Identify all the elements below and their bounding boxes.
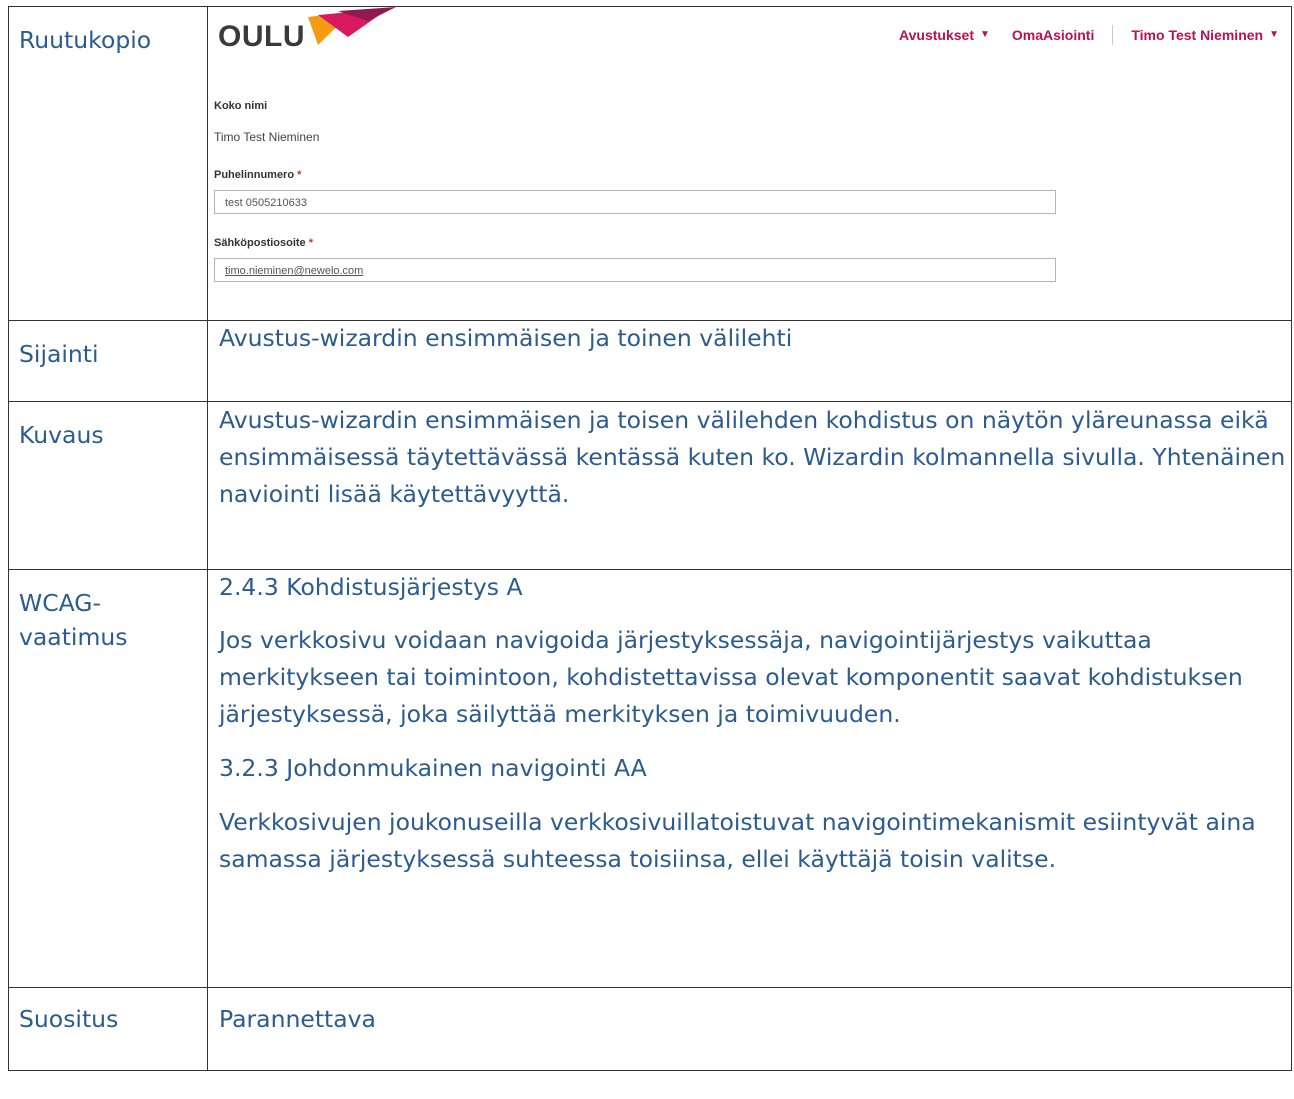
report-table: Ruutukopio OULU Avustukset ▼ OmaAsiointi… [8, 6, 1292, 1071]
phone-input[interactable]: test 0505210633 [214, 190, 1056, 215]
location-text: Avustus-wizardin ensimmäisen ja toinen v… [207, 320, 1292, 402]
label-screenshot: Ruutukopio [8, 6, 208, 321]
caret-down-icon: ▼ [1269, 28, 1279, 40]
label-wcag: WCAG-vaatimus [8, 569, 208, 988]
row-location: Sijainti Avustus-wizardin ensimmäisen ja… [8, 320, 1292, 402]
wcag-req2-title: 3.2.3 Johdonmukainen navigointi AA [219, 754, 647, 783]
required-mark: * [308, 237, 314, 250]
phone-label-text: Puhelinnumero [214, 169, 295, 182]
row-wcag: WCAG-vaatimus 2.4.3 Kohdistusjärjestys A… [8, 569, 1292, 988]
wcag-req1-title: 2.4.3 Kohdistusjärjestys A [219, 573, 523, 601]
fullname-value: Timo Test Nieminen [214, 129, 320, 144]
nav-own-services[interactable]: OmaAsiointi [1012, 25, 1094, 45]
nav-grants-label: Avustukset [899, 27, 974, 43]
email-label: Sähköpostiosoite * [214, 236, 1056, 252]
embedded-screenshot: OULU Avustukset ▼ OmaAsiointi Timo Test … [208, 7, 1291, 320]
caret-down-icon: ▼ [979, 28, 990, 40]
fullname-label: Koko nimi [214, 100, 268, 112]
row-recommendation: Suositus Parannettava [8, 987, 1292, 1071]
nav-divider [1112, 25, 1114, 46]
logo-flame-icon [308, 7, 396, 45]
wcag-req2-text: Verkkosivujen joukonuseilla verkkosivuil… [219, 807, 1256, 873]
logo-text: OULU [218, 20, 305, 53]
email-input[interactable]: timo.nieminen@newelo.com [214, 258, 1056, 283]
row-screenshot: Ruutukopio OULU Avustukset ▼ OmaAsiointi… [8, 6, 1292, 321]
phone-label: Puhelinnumero * [214, 168, 1056, 184]
description-text: Avustus-wizardin ensimmäisen ja toisen v… [207, 401, 1292, 570]
nav-own-services-label: OmaAsiointi [1011, 27, 1095, 43]
screenshot-cell: OULU Avustukset ▼ OmaAsiointi Timo Test … [207, 6, 1292, 321]
wcag-cell: 2.4.3 Kohdistusjärjestys A Jos verkkosiv… [207, 569, 1292, 988]
label-description: Kuvaus [8, 401, 208, 570]
top-navigation: Avustukset ▼ OmaAsiointi Timo Test Niemi… [899, 25, 1279, 46]
nav-user-menu[interactable]: Timo Test Nieminen ▼ [1131, 25, 1279, 45]
recommendation-text: Parannettava [207, 987, 1292, 1071]
label-location: Sijainti [8, 320, 208, 402]
contact-form: Koko nimi Timo Test Nieminen Puhelinnume… [214, 99, 1056, 283]
row-description: Kuvaus Avustus-wizardin ensimmäisen ja t… [8, 401, 1292, 570]
nav-user-label: Timo Test Nieminen [1131, 27, 1264, 43]
email-label-text: Sähköpostiosoite [214, 237, 306, 250]
nav-grants[interactable]: Avustukset ▼ [899, 25, 990, 45]
wcag-req1-text: Jos verkkosivu voidaan navigoida järjest… [219, 626, 1243, 729]
required-mark: * [297, 169, 302, 182]
label-recommendation: Suositus [8, 987, 208, 1071]
